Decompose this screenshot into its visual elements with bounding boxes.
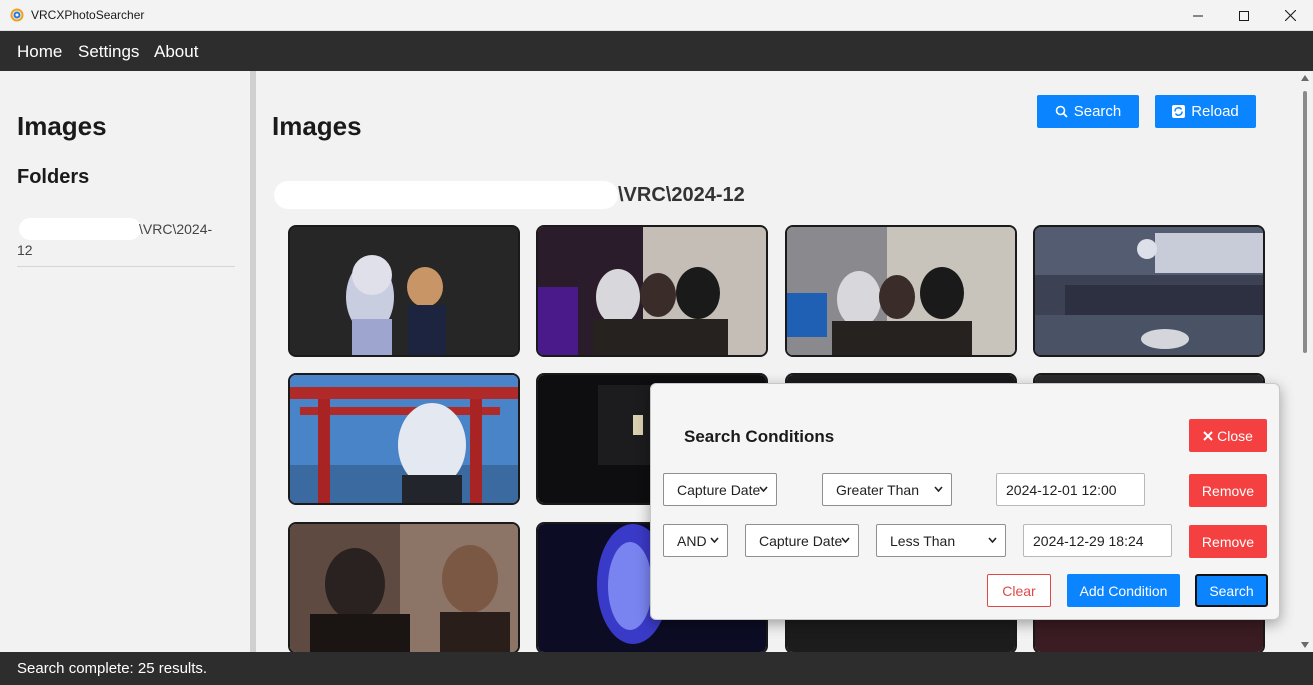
status-text: Search complete: 25 results.	[17, 660, 208, 677]
clear-button[interactable]: Clear	[987, 574, 1051, 607]
sidebar	[0, 71, 250, 652]
search-conditions-dialog: Search Conditions Close Capture Date Gre…	[650, 383, 1280, 620]
remove-condition-label: Remove	[1201, 533, 1255, 550]
reload-button[interactable]: Reload	[1155, 95, 1256, 128]
close-icon	[1203, 430, 1213, 441]
condition-value-text: 2024-12-29 18:24	[1033, 532, 1144, 549]
status-bar: Search complete: 25 results.	[0, 652, 1313, 685]
folder-item-label: \VRC\2024-12	[17, 221, 213, 258]
maximize-icon	[1239, 10, 1249, 21]
reload-icon	[1172, 105, 1186, 118]
avatar-photo-2	[538, 227, 766, 355]
close-window-button[interactable]	[1267, 0, 1313, 31]
image-thumbnail[interactable]	[1033, 225, 1265, 357]
main-scrollbar[interactable]	[1297, 71, 1313, 652]
scroll-up-icon	[1301, 75, 1309, 81]
scrollbar-thumb[interactable]	[1303, 91, 1307, 353]
condition-value-input[interactable]: 2024-12-01 12:00	[996, 473, 1145, 506]
menu-home[interactable]: Home	[17, 42, 62, 62]
condition-value-input[interactable]: 2024-12-29 18:24	[1023, 524, 1172, 557]
avatar-photo-4	[1035, 227, 1263, 355]
menu-about[interactable]: About	[154, 42, 198, 62]
condition-field-select[interactable]: Capture Date	[663, 473, 777, 506]
search-button-label: Search	[1073, 103, 1122, 120]
scroll-down-icon	[1301, 642, 1309, 648]
condition-operator-value: Greater Than	[836, 481, 920, 498]
image-thumbnail[interactable]	[536, 225, 768, 357]
chevron-down-icon	[841, 537, 850, 543]
image-thumbnail[interactable]	[288, 522, 520, 652]
condition-field-select[interactable]: Capture Date	[745, 524, 859, 557]
remove-condition-label: Remove	[1201, 482, 1255, 499]
avatar-photo-1	[290, 227, 518, 355]
redacted-path-blur	[274, 181, 618, 209]
condition-field-value: Capture Date	[759, 532, 843, 549]
app-icon	[10, 8, 24, 22]
condition-logic-select[interactable]: AND	[663, 524, 728, 557]
reload-button-label: Reload	[1191, 103, 1239, 120]
chevron-down-icon	[988, 537, 997, 543]
remove-condition-button[interactable]: Remove	[1189, 474, 1267, 507]
add-condition-button[interactable]: Add Condition	[1067, 574, 1180, 607]
condition-operator-value: Less Than	[890, 532, 956, 549]
search-icon	[1055, 105, 1068, 118]
window-title: VRCXPhotoSearcher	[31, 8, 145, 22]
title-bar: VRCXPhotoSearcher	[0, 0, 1313, 31]
condition-value-text: 2024-12-01 12:00	[1006, 481, 1117, 498]
image-thumbnail[interactable]	[288, 373, 520, 505]
condition-logic-value: AND	[677, 532, 707, 549]
folder-item[interactable]: \VRC\2024-12	[17, 210, 235, 267]
avatar-photo-9	[290, 524, 518, 652]
sidebar-title: Images	[17, 111, 107, 141]
chevron-down-icon	[934, 486, 943, 492]
folder-path-heading: \VRC\2024-12	[618, 184, 745, 206]
dialog-search-button[interactable]: Search	[1195, 574, 1268, 607]
search-button[interactable]: Search	[1037, 95, 1139, 128]
avatar-photo-5	[290, 375, 518, 503]
maximize-button[interactable]	[1221, 0, 1267, 31]
chevron-down-icon	[759, 486, 768, 492]
minimize-button[interactable]	[1175, 0, 1221, 31]
condition-operator-select[interactable]: Less Than	[876, 524, 1006, 557]
dialog-title: Search Conditions	[684, 427, 835, 446]
menu-bar: Home Settings About	[0, 31, 1313, 71]
remove-condition-button[interactable]: Remove	[1189, 525, 1267, 558]
condition-operator-select[interactable]: Greater Than	[822, 473, 952, 506]
image-thumbnail[interactable]	[288, 225, 520, 357]
avatar-photo-3	[787, 227, 1015, 355]
close-dialog-button[interactable]: Close	[1189, 419, 1267, 452]
close-icon	[1284, 10, 1296, 21]
page-title: Images	[272, 111, 362, 141]
menu-settings[interactable]: Settings	[78, 42, 139, 62]
minimize-icon	[1193, 15, 1203, 16]
image-thumbnail[interactable]	[785, 225, 1017, 357]
close-dialog-label: Close	[1217, 427, 1253, 444]
folders-heading: Folders	[17, 166, 90, 188]
condition-field-value: Capture Date	[677, 481, 761, 498]
chevron-down-icon	[710, 537, 719, 543]
